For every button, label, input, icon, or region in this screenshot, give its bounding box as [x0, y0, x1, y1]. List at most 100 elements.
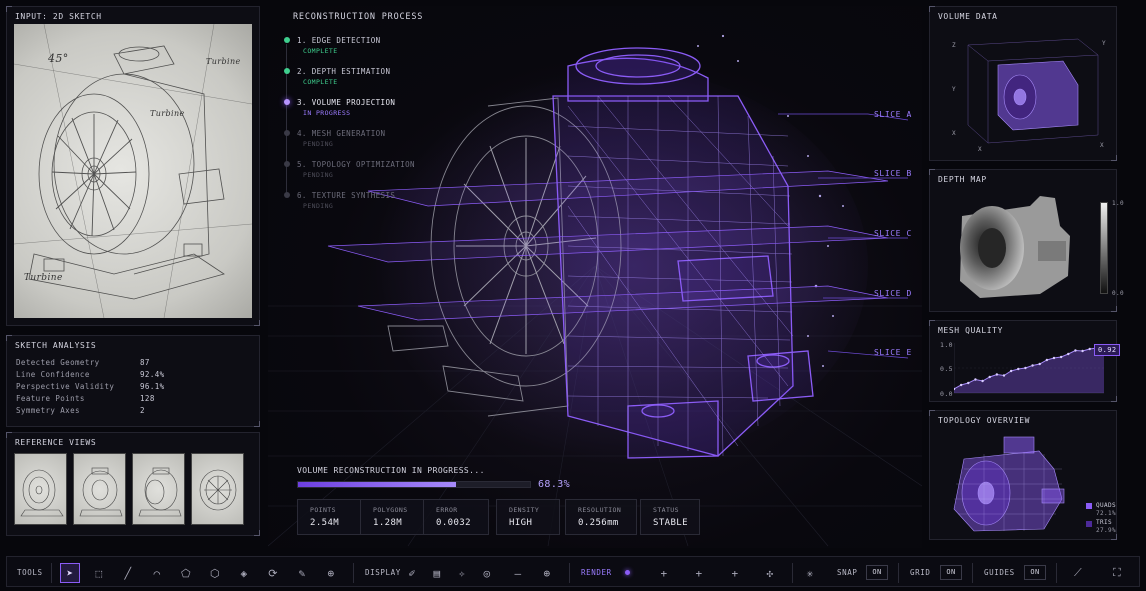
analysis-value: 87 — [140, 358, 150, 367]
rotate-tool-icon[interactable]: ⟳ — [263, 563, 283, 583]
plus-icon[interactable]: + — [654, 563, 674, 583]
mesh-quality-point — [1009, 369, 1013, 373]
slice-label-e[interactable]: SLICE E — [874, 348, 912, 357]
extrude-tool-icon[interactable]: ⬠ — [176, 563, 196, 583]
mesh-quality-point — [1059, 355, 1063, 359]
legend-label-tris: TRIS — [1096, 519, 1113, 526]
reference-thumbnail[interactable] — [14, 453, 67, 525]
analysis-label: Feature Points — [16, 394, 85, 403]
select-tool-icon[interactable]: ➤ — [60, 563, 80, 583]
mesh-quality-point — [995, 373, 999, 376]
reference-thumbnail[interactable] — [191, 453, 244, 525]
step-title: 5. TOPOLOGY OPTIMIZATION — [297, 160, 415, 169]
slice-label-b[interactable]: SLICE B — [874, 169, 912, 178]
mesh-quality-point — [981, 379, 984, 383]
measure-icon[interactable]: ⟋ — [1065, 563, 1091, 583]
analysis-value: 92.4% — [140, 370, 165, 379]
slice-label-d[interactable]: SLICE D — [874, 289, 912, 298]
snap-toggle[interactable]: ON — [866, 565, 888, 580]
step-dot-complete — [284, 68, 290, 74]
axis-label: X — [1100, 142, 1104, 149]
stat-label: STATUS — [653, 506, 679, 514]
volume-data-panel: VOLUME DATA Z Y X X Y X — [929, 6, 1117, 161]
depth-scale-bar — [1100, 202, 1108, 294]
brush-icon[interactable]: ✐ — [402, 563, 422, 583]
mesh-quality-chart — [954, 343, 1104, 394]
pen-tool-icon[interactable]: ✎ — [292, 563, 312, 583]
marquee-tool-icon[interactable]: ⬚ — [89, 563, 109, 583]
step-dot-pending — [284, 161, 290, 167]
magic-wand-icon[interactable]: ✧ — [452, 563, 472, 583]
legend-label-quads: QUADS — [1096, 502, 1117, 509]
y-tick-label: 0.5 — [940, 365, 953, 373]
topology-title: TOPOLOGY OVERVIEW — [938, 416, 1031, 425]
legend-swatch-tris — [1086, 521, 1092, 527]
stat-value: STABLE — [653, 518, 688, 528]
mesh-quality-point — [1067, 352, 1070, 356]
stat-card: ERROR 0.0032 — [423, 499, 489, 535]
step-dot-complete — [284, 37, 290, 43]
snap-label: SNAP — [837, 568, 858, 577]
reference-thumbnail[interactable] — [132, 453, 185, 525]
mesh-quality-point — [959, 383, 963, 387]
stat-value: 0.0032 — [436, 518, 471, 528]
reference-thumbnail[interactable] — [73, 453, 126, 525]
step-status: PENDING — [303, 202, 334, 210]
stat-card: POLYGONS 1.28M — [360, 499, 424, 535]
stat-value: HIGH — [509, 518, 533, 528]
slice-label-c[interactable]: SLICE C — [874, 229, 912, 238]
plus-icon[interactable]: + — [689, 563, 709, 583]
mesh-quality-point — [1088, 347, 1091, 351]
guides-toggle[interactable]: ON — [1024, 565, 1046, 580]
reference-views-title: REFERENCE VIEWS — [15, 438, 97, 447]
render-label[interactable]: RENDER — [581, 568, 612, 577]
line-weight-icon[interactable]: — — [505, 563, 531, 583]
stat-value: 1.28M — [373, 518, 403, 528]
y-tick-label: 0.0 — [940, 390, 953, 398]
mesh-quality-point — [988, 375, 991, 379]
crosshair-icon[interactable]: ⊕ — [537, 563, 557, 583]
sketch-note-angle: 45° — [47, 52, 69, 65]
line-tool-icon[interactable]: ╱ — [118, 563, 138, 583]
snap-icon[interactable]: ✳ — [800, 563, 820, 583]
mesh-quality-point — [1074, 349, 1077, 352]
mesh-quality-point — [974, 378, 977, 381]
guides-label: GUIDES — [984, 568, 1015, 577]
depth-map-title: DEPTH MAP — [938, 175, 987, 184]
grid-label: GRID — [910, 568, 931, 577]
display-label: DISPLAY — [365, 568, 401, 577]
tools-label: TOOLS — [17, 568, 43, 577]
mesh-quality-area — [954, 347, 1104, 393]
progress-label: VOLUME RECONSTRUCTION IN PROGRESS... — [297, 466, 485, 475]
mesh-quality-point — [1031, 364, 1034, 367]
process-title: RECONSTRUCTION PROCESS — [293, 12, 424, 22]
slice-label-a[interactable]: SLICE A — [874, 110, 912, 119]
step-status: COMPLETE — [303, 78, 338, 86]
legend-swatch-quads — [1086, 503, 1092, 509]
legend-value-quads: 72.1% — [1096, 510, 1117, 517]
plus-icon[interactable]: + — [725, 563, 745, 583]
process-timeline — [286, 44, 287, 196]
mesh-quality-point — [1045, 358, 1049, 362]
stat-value: 0.256mm — [578, 518, 619, 528]
step-dot-active — [284, 99, 290, 105]
cube-tool-icon[interactable]: ⬡ — [205, 563, 225, 583]
curve-tool-icon[interactable]: ⌒ — [147, 563, 167, 583]
sketch-note-2: Turbine — [150, 109, 185, 118]
box-tool-icon[interactable]: ◈ — [234, 563, 254, 583]
step-status: PENDING — [303, 171, 334, 179]
chart-view-icon[interactable]: ▤ — [427, 563, 447, 583]
stat-card: DENSITY HIGH — [496, 499, 560, 535]
step-title: 4. MESH GENERATION — [297, 129, 386, 138]
progress-bar — [297, 481, 531, 488]
move-icon[interactable]: ✣ — [760, 563, 780, 583]
analysis-label: Symmetry Axes — [16, 406, 80, 415]
analysis-value: 96.1% — [140, 382, 165, 391]
fullscreen-icon[interactable]: ⛶ — [1107, 563, 1127, 583]
globe-tool-icon[interactable]: ⊕ — [321, 563, 341, 583]
grid-toggle[interactable]: ON — [940, 565, 962, 580]
topology-overview-panel: TOPOLOGY OVERVIEW QUADS 72.1% TRIS 27.9% — [929, 410, 1117, 540]
axis-label: X — [952, 130, 956, 137]
step-status: PENDING — [303, 140, 334, 148]
target-icon[interactable]: ◎ — [477, 563, 497, 583]
